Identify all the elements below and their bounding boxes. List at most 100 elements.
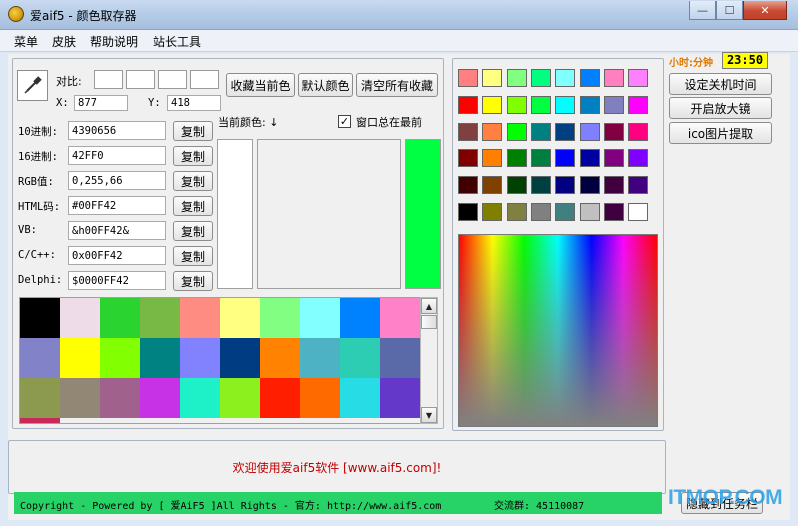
palette-color-cell[interactable] bbox=[628, 149, 649, 168]
format-value-field[interactable]: $0000FF42 bbox=[68, 271, 166, 290]
format-value-field[interactable]: 42FF0 bbox=[68, 146, 166, 165]
saved-colors-scrollbar[interactable]: ▲ ▼ bbox=[420, 297, 438, 424]
palette-color-cell[interactable] bbox=[555, 176, 576, 195]
palette-color-cell[interactable] bbox=[506, 176, 527, 195]
saved-color-swatch[interactable] bbox=[100, 338, 140, 378]
palette-color-cell[interactable] bbox=[603, 203, 624, 221]
copy-button[interactable]: 复制 bbox=[173, 246, 213, 266]
palette-color-cell[interactable] bbox=[458, 176, 478, 195]
saved-color-swatch[interactable] bbox=[260, 298, 300, 338]
palette-color-cell[interactable] bbox=[603, 69, 624, 87]
copy-button[interactable]: 复制 bbox=[173, 271, 213, 291]
saved-color-swatch[interactable] bbox=[20, 298, 60, 338]
palette-color-cell[interactable] bbox=[482, 69, 503, 87]
palette-color-cell[interactable] bbox=[458, 95, 478, 114]
menu-item-skin[interactable]: 皮肤 bbox=[52, 33, 76, 50]
close-button[interactable]: ✕ bbox=[743, 1, 787, 20]
palette-color-cell[interactable] bbox=[628, 95, 649, 114]
compare-swatch-1[interactable] bbox=[94, 70, 123, 89]
palette-color-cell[interactable] bbox=[506, 69, 527, 87]
saved-color-swatch[interactable] bbox=[60, 378, 100, 418]
menu-item-help[interactable]: 帮助说明 bbox=[90, 33, 138, 50]
palette-color-cell[interactable] bbox=[458, 122, 478, 141]
copy-button[interactable]: 复制 bbox=[173, 121, 213, 141]
palette-color-cell[interactable] bbox=[579, 149, 600, 168]
copy-button[interactable]: 复制 bbox=[173, 171, 213, 191]
palette-color-cell[interactable] bbox=[458, 149, 478, 168]
palette-color-cell[interactable] bbox=[506, 122, 527, 141]
saved-color-swatch[interactable] bbox=[300, 378, 340, 418]
scroll-up-icon[interactable]: ▲ bbox=[421, 298, 437, 314]
palette-color-cell[interactable] bbox=[628, 69, 649, 87]
menu-item-tools[interactable]: 站长工具 bbox=[153, 33, 201, 50]
palette-color-cell[interactable] bbox=[579, 122, 600, 141]
palette-color-cell[interactable] bbox=[530, 203, 551, 221]
saved-color-swatch[interactable] bbox=[60, 298, 100, 338]
palette-color-cell[interactable] bbox=[530, 149, 551, 168]
palette-color-cell[interactable] bbox=[530, 95, 551, 114]
saved-color-swatch[interactable] bbox=[380, 298, 420, 338]
palette-color-cell[interactable] bbox=[530, 122, 551, 141]
palette-color-cell[interactable] bbox=[482, 149, 503, 168]
palette-color-cell[interactable] bbox=[458, 203, 478, 221]
saved-color-swatch[interactable] bbox=[20, 418, 60, 423]
copy-button[interactable]: 复制 bbox=[173, 196, 213, 216]
palette-color-cell[interactable] bbox=[603, 149, 624, 168]
palette-color-cell[interactable] bbox=[579, 176, 600, 195]
saved-color-swatch[interactable] bbox=[180, 378, 220, 418]
copy-button[interactable]: 复制 bbox=[173, 146, 213, 166]
palette-color-cell[interactable] bbox=[628, 176, 649, 195]
color-spectrum[interactable] bbox=[458, 234, 658, 427]
always-on-top-checkbox[interactable]: ✓ bbox=[338, 115, 351, 128]
palette-color-cell[interactable] bbox=[530, 176, 551, 195]
saved-color-swatch[interactable] bbox=[380, 338, 420, 378]
default-colors-button[interactable]: 默认颜色 bbox=[298, 73, 353, 97]
palette-color-cell[interactable] bbox=[555, 69, 576, 87]
palette-color-cell[interactable] bbox=[506, 203, 527, 221]
copy-button[interactable]: 复制 bbox=[173, 221, 213, 241]
set-shutdown-time-button[interactable]: 设定关机时间 bbox=[669, 73, 772, 95]
saved-color-swatch[interactable] bbox=[220, 338, 260, 378]
saved-color-swatch[interactable] bbox=[140, 298, 180, 338]
saved-color-swatch[interactable] bbox=[100, 378, 140, 418]
saved-color-swatch[interactable] bbox=[340, 378, 380, 418]
palette-color-cell[interactable] bbox=[555, 95, 576, 114]
palette-color-cell[interactable] bbox=[506, 149, 527, 168]
saved-color-swatch[interactable] bbox=[260, 378, 300, 418]
eyedropper-button[interactable] bbox=[17, 70, 48, 101]
format-value-field[interactable]: &h00FF42& bbox=[68, 221, 166, 240]
palette-color-cell[interactable] bbox=[603, 176, 624, 195]
palette-color-cell[interactable] bbox=[482, 95, 503, 114]
palette-color-cell[interactable] bbox=[555, 203, 576, 221]
palette-color-cell[interactable] bbox=[555, 122, 576, 141]
format-value-field[interactable]: 0x00FF42 bbox=[68, 246, 166, 265]
saved-color-swatch[interactable] bbox=[340, 338, 380, 378]
compare-swatch-3[interactable] bbox=[158, 70, 187, 89]
palette-color-cell[interactable] bbox=[579, 69, 600, 87]
saved-color-swatch[interactable] bbox=[380, 378, 420, 418]
saved-color-swatch[interactable] bbox=[140, 338, 180, 378]
palette-color-cell[interactable] bbox=[482, 203, 503, 221]
scroll-thumb[interactable] bbox=[421, 315, 437, 329]
palette-color-cell[interactable] bbox=[482, 122, 503, 141]
palette-color-cell[interactable] bbox=[530, 69, 551, 87]
palette-color-cell[interactable] bbox=[458, 69, 478, 87]
palette-color-cell[interactable] bbox=[628, 203, 649, 221]
saved-color-swatch[interactable] bbox=[340, 298, 380, 338]
saved-color-swatch[interactable] bbox=[260, 338, 300, 378]
compare-swatch-4[interactable] bbox=[190, 70, 219, 89]
scroll-down-icon[interactable]: ▼ bbox=[421, 407, 437, 423]
clear-saved-colors-button[interactable]: 清空所有收藏 bbox=[356, 73, 438, 97]
open-magnifier-button[interactable]: 开启放大镜 bbox=[669, 97, 772, 119]
saved-color-swatch[interactable] bbox=[180, 298, 220, 338]
save-current-color-button[interactable]: 收藏当前色 bbox=[226, 73, 295, 97]
palette-color-cell[interactable] bbox=[603, 95, 624, 114]
ico-extract-button[interactable]: ico图片提取 bbox=[669, 122, 772, 144]
menu-item-menu[interactable]: 菜单 bbox=[14, 33, 38, 50]
saved-color-swatch[interactable] bbox=[300, 298, 340, 338]
palette-color-cell[interactable] bbox=[482, 176, 503, 195]
palette-color-cell[interactable] bbox=[628, 122, 649, 141]
palette-color-cell[interactable] bbox=[506, 95, 527, 114]
palette-color-cell[interactable] bbox=[555, 149, 576, 168]
saved-color-swatch[interactable] bbox=[220, 378, 260, 418]
